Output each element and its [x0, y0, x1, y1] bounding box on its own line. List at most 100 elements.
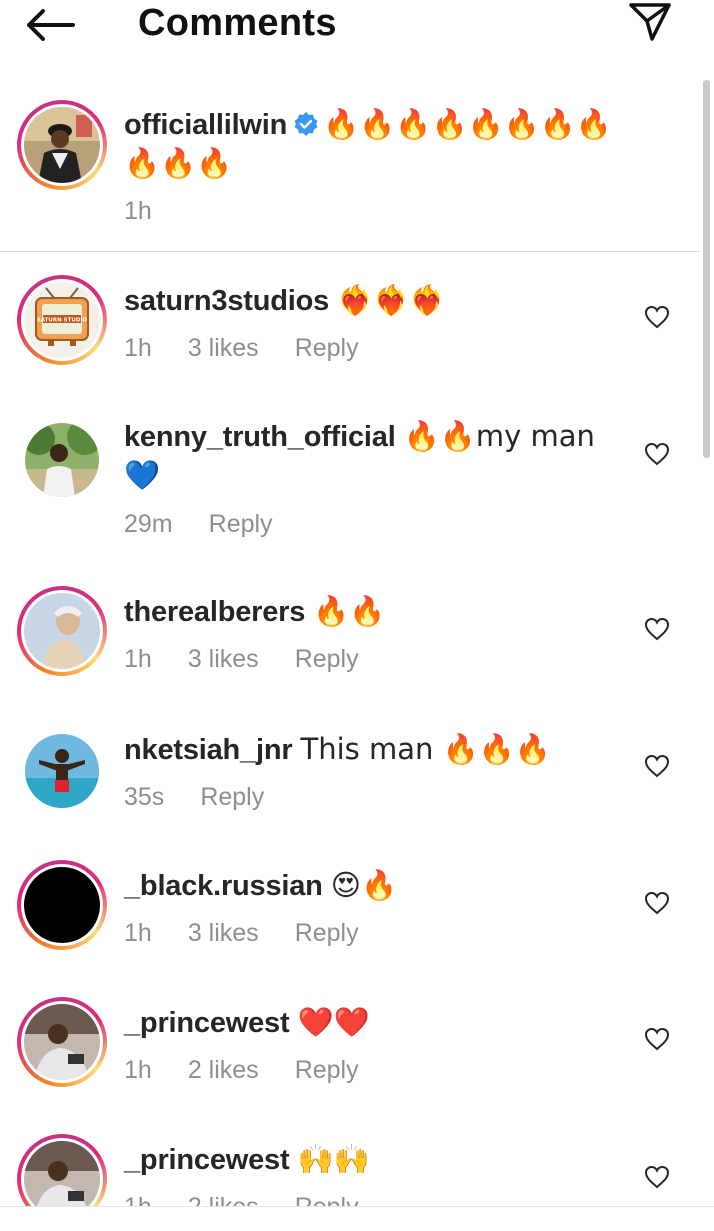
like-button[interactable] — [642, 888, 672, 918]
comment-text: _princewest 🙌🙌 — [124, 1140, 624, 1179]
reply-button[interactable]: Reply — [295, 334, 359, 362]
comment-avatar[interactable] — [17, 860, 107, 950]
avatar — [25, 734, 99, 808]
tv-logo-icon: SATURN STUDIO — [24, 282, 100, 358]
avatar-logo-text: SATURN STUDIO — [37, 318, 88, 324]
comment-likes[interactable]: 2 likes — [188, 1193, 259, 1206]
comment-time: 35s — [124, 783, 165, 811]
avatar-photo — [24, 1141, 100, 1206]
avatar — [24, 1004, 100, 1080]
heart-icon — [644, 1027, 670, 1051]
like-button[interactable] — [642, 614, 672, 644]
comment-likes[interactable]: 2 likes — [188, 1056, 259, 1084]
reply-button[interactable]: Reply — [295, 1056, 359, 1084]
comment-text: _princewest ❤️❤️ — [124, 1003, 624, 1042]
comment-body: 🙌🙌 — [297, 1142, 370, 1176]
comment-avatar[interactable] — [17, 997, 107, 1087]
caption-avatar[interactable] — [17, 100, 107, 190]
comment-meta: 1h 3 likes Reply — [124, 645, 395, 674]
comment-text: saturn3studios ❤️‍🔥❤️‍🔥❤️‍🔥 — [124, 281, 624, 320]
comment-body: This man 🔥🔥🔥 — [300, 732, 551, 766]
avatar-photo — [24, 593, 100, 669]
comment-row: _princewest 🙌🙌 1h 2 likes Reply — [0, 1134, 700, 1206]
comment-meta: 1h 2 likes Reply — [124, 1193, 395, 1206]
like-button[interactable] — [642, 302, 672, 332]
like-button[interactable] — [642, 751, 672, 781]
comment-body: 😍🔥 — [330, 868, 398, 902]
heart-icon — [644, 891, 670, 915]
scrollbar[interactable] — [703, 80, 710, 458]
heart-icon — [644, 754, 670, 778]
comment-meta: 1h 3 likes Reply — [124, 334, 395, 363]
comment-username[interactable]: _black.russian — [124, 870, 323, 902]
avatar — [24, 867, 100, 943]
comment-text: _black.russian 😍🔥 — [124, 866, 624, 905]
comments-screen: Comments officiallilwin 🔥🔥🔥🔥🔥🔥🔥🔥🔥🔥🔥 1h S… — [0, 0, 714, 1231]
top-bar: Comments — [0, 0, 714, 50]
arrow-left-icon — [27, 9, 75, 41]
reply-button[interactable]: Reply — [295, 1193, 359, 1206]
comment-username[interactable]: _princewest — [124, 1144, 290, 1176]
comment-time: 1h — [124, 919, 152, 947]
comment-username[interactable]: _princewest — [124, 1007, 290, 1039]
caption-text: officiallilwin 🔥🔥🔥🔥🔥🔥🔥🔥🔥🔥🔥 — [124, 105, 624, 183]
avatar — [24, 1141, 100, 1206]
paper-plane-icon — [629, 3, 671, 41]
comment-text: nketsiah_jnr This man 🔥🔥🔥 — [124, 730, 624, 769]
comment-meta: 29m Reply — [124, 510, 309, 539]
caption-username[interactable]: officiallilwin — [124, 109, 287, 141]
comment-avatar[interactable] — [17, 1134, 107, 1206]
bottom-divider — [0, 1206, 714, 1207]
avatar-photo — [25, 423, 99, 497]
comment-time: 29m — [124, 510, 173, 538]
avatar-photo — [24, 107, 100, 183]
comment-time: 1h — [124, 1056, 152, 1084]
comment-body: ❤️❤️ — [297, 1005, 370, 1039]
comment-text: therealberers 🔥🔥 — [124, 592, 624, 631]
comment-time: 1h — [124, 645, 152, 673]
caption-time: 1h — [124, 197, 152, 225]
verified-badge-icon — [294, 112, 318, 136]
avatar — [24, 593, 100, 669]
heart-icon — [644, 305, 670, 329]
comment-username[interactable]: kenny_truth_official — [124, 421, 396, 453]
reply-button[interactable]: Reply — [200, 783, 264, 811]
reply-button[interactable]: Reply — [209, 510, 273, 538]
comment-avatar[interactable]: SATURN STUDIO — [17, 275, 107, 365]
comment-meta: 35s Reply — [124, 783, 300, 812]
like-button[interactable] — [642, 439, 672, 469]
comment-meta: 1h 2 likes Reply — [124, 1056, 395, 1085]
page-title: Comments — [138, 2, 337, 44]
like-button[interactable] — [642, 1162, 672, 1192]
heart-icon — [644, 442, 670, 466]
comment-likes[interactable]: 3 likes — [188, 645, 259, 673]
avatar: SATURN STUDIO — [24, 282, 100, 358]
caption-meta: 1h — [124, 197, 188, 226]
comment-username[interactable]: nketsiah_jnr — [124, 734, 293, 766]
comment-time: 1h — [124, 1193, 152, 1206]
comment-likes[interactable]: 3 likes — [188, 334, 259, 362]
comment-body: 🔥🔥 — [313, 594, 386, 628]
heart-icon — [644, 1165, 670, 1189]
back-button[interactable] — [22, 4, 78, 46]
post-caption: officiallilwin 🔥🔥🔥🔥🔥🔥🔥🔥🔥🔥🔥 1h — [0, 90, 700, 250]
comment-username[interactable]: therealberers — [124, 596, 305, 628]
caption-divider — [0, 251, 700, 252]
reply-button[interactable]: Reply — [295, 919, 359, 947]
comment-avatar[interactable] — [17, 586, 107, 676]
comment-text: kenny_truth_official 🔥🔥my man 💙 — [124, 417, 614, 495]
comment-body: ❤️‍🔥❤️‍🔥❤️‍🔥 — [337, 283, 446, 317]
comment-likes[interactable]: 3 likes — [188, 919, 259, 947]
avatar-photo — [25, 734, 99, 808]
avatar-photo — [24, 1004, 100, 1080]
reply-button[interactable]: Reply — [295, 645, 359, 673]
heart-icon — [644, 617, 670, 641]
comment-avatar[interactable] — [17, 415, 107, 505]
comment-avatar[interactable] — [17, 726, 107, 816]
comment-meta: 1h 3 likes Reply — [124, 919, 395, 948]
like-button[interactable] — [642, 1024, 672, 1054]
comment-time: 1h — [124, 334, 152, 362]
comment-username[interactable]: saturn3studios — [124, 285, 329, 317]
avatar — [24, 107, 100, 183]
share-button[interactable] — [624, 0, 676, 44]
